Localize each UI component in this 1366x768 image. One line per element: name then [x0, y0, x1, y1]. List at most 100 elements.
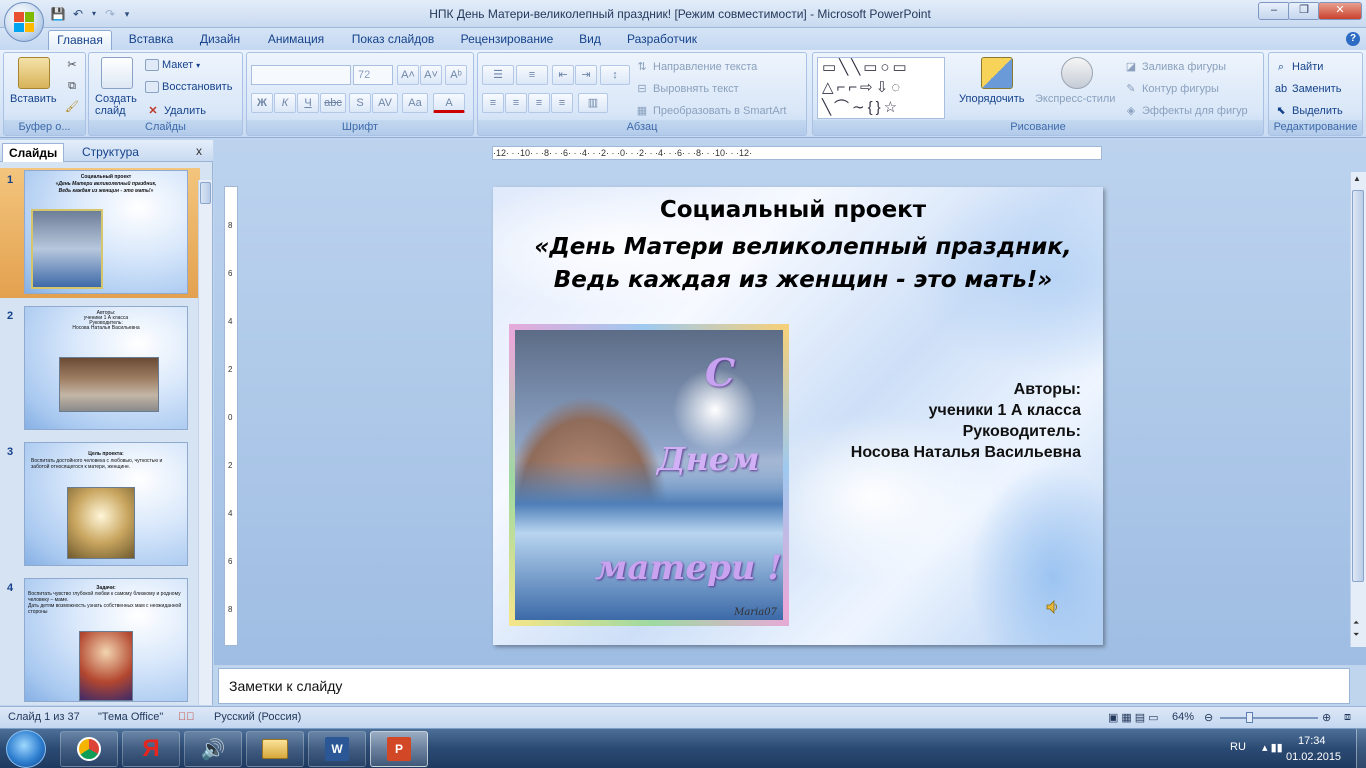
close-pane-icon[interactable]: x — [196, 144, 202, 158]
slide-title[interactable]: Социальный проект — [493, 197, 1093, 223]
windows-start-button[interactable] — [6, 730, 46, 768]
next-slide-icon[interactable]: ⏷ — [1353, 630, 1359, 640]
slide-subtitle[interactable]: «День Матери великолепный праздник, Ведь… — [513, 231, 1093, 297]
arrange-icon[interactable] — [981, 57, 1013, 89]
smartart-button[interactable]: ▦ Преобразовать в SmartArt — [634, 103, 787, 119]
spellcheck-icon[interactable]: ✓⃠ — [178, 711, 195, 723]
word-taskbar-button[interactable]: W — [308, 731, 366, 767]
customize-qat-icon[interactable]: ▾ — [122, 6, 132, 22]
font-size-combo[interactable]: 72 — [353, 65, 393, 85]
reset-button[interactable]: Восстановить — [145, 81, 232, 93]
editor-scrollbar[interactable]: ▲ ⏶ ⏷ — [1350, 172, 1366, 647]
tab-slideshow[interactable]: Показ слайдов — [342, 30, 444, 50]
minimize-button[interactable]: ‒ — [1258, 2, 1290, 20]
mother-child-photo[interactable]: С Днем матери ! Maria07 — [509, 324, 789, 626]
scrollbar-thumb[interactable] — [1352, 190, 1364, 582]
notes-pane[interactable]: Заметки к слайду — [218, 668, 1350, 704]
current-slide[interactable]: Социальный проект «День Матери великолеп… — [493, 187, 1103, 645]
cut-icon[interactable]: ✂ — [64, 57, 80, 73]
tab-developer[interactable]: Разработчик — [618, 30, 706, 50]
tab-review[interactable]: Рецензирование — [452, 30, 562, 50]
view-buttons[interactable]: ▣▦▤▭ — [1108, 711, 1162, 724]
close-button[interactable]: ✕ — [1318, 2, 1362, 20]
paste-icon[interactable] — [18, 57, 50, 89]
explorer-taskbar-button[interactable] — [246, 731, 304, 767]
strike-button[interactable]: abc — [320, 93, 346, 113]
quick-styles-icon[interactable] — [1061, 57, 1093, 89]
line-spacing-icon[interactable]: ↕ — [600, 65, 630, 85]
tab-home[interactable]: Главная — [48, 30, 112, 50]
decrease-indent-icon[interactable]: ⇤ — [552, 65, 574, 85]
zoom-out-icon[interactable]: ⊖ — [1204, 711, 1213, 724]
media-taskbar-button[interactable]: 🔊 — [184, 731, 242, 767]
zoom-in-icon[interactable]: ⊕ — [1322, 711, 1331, 724]
chrome-taskbar-button[interactable] — [60, 731, 118, 767]
shapes-gallery[interactable]: ▭╲╲▭○▭ △⌐⌐⇨⇩◌ ╲⌒∼{}☆ — [817, 57, 945, 119]
clock-date[interactable]: 01.02.2015 — [1286, 751, 1341, 763]
char-spacing-button[interactable]: AV — [372, 93, 398, 113]
slide-thumbnail-row[interactable]: 1 Социальный проект «День Матери великол… — [0, 168, 200, 298]
yandex-taskbar-button[interactable]: Я — [122, 731, 180, 767]
clear-format-icon[interactable]: Aᵇ — [445, 65, 467, 85]
tab-insert[interactable]: Вставка — [120, 30, 182, 50]
paste-button[interactable]: Вставить — [10, 93, 57, 105]
find-button[interactable]: ⌕ Найти — [1273, 59, 1323, 75]
redo-icon[interactable]: ↷ — [102, 6, 118, 22]
new-slide-button[interactable]: Создать слайд — [95, 93, 145, 117]
tab-animation[interactable]: Анимация — [258, 30, 334, 50]
increase-indent-icon[interactable]: ⇥ — [575, 65, 597, 85]
restore-button[interactable]: ❐ — [1288, 2, 1320, 20]
undo-dropdown-icon[interactable]: ▾ — [90, 6, 98, 22]
slide-thumbnail-3[interactable]: Цель проекта: Воспитать достойного челов… — [24, 442, 188, 566]
office-button[interactable] — [4, 2, 44, 42]
columns-icon[interactable]: ▥ — [578, 93, 608, 113]
shrink-font-icon[interactable]: A˅ — [420, 65, 442, 85]
scrollbar-thumb[interactable] — [200, 182, 211, 204]
tab-outline[interactable]: Структура — [76, 143, 145, 162]
zoom-slider[interactable] — [1220, 717, 1318, 719]
help-icon[interactable]: ? — [1346, 32, 1360, 46]
slide-thumbnail-4[interactable]: Задачи: Воспитать чувство глубокой любви… — [24, 578, 188, 702]
shape-outline-button[interactable]: ✎ Контур фигуры — [1123, 81, 1219, 97]
save-icon[interactable]: 💾 — [50, 6, 66, 22]
slide-thumbnail-row[interactable]: 3 Цель проекта: Воспитать достойного чел… — [0, 440, 200, 570]
slide-authors[interactable]: Авторы: ученики 1 А класса Руководитель:… — [851, 379, 1081, 463]
fit-to-window-icon[interactable]: ⧈ — [1344, 711, 1351, 724]
arrange-button[interactable]: Упорядочить — [959, 93, 1024, 105]
delete-slide-button[interactable]: ✕ Удалить — [145, 103, 206, 119]
select-button[interactable]: ⬉ Выделить — [1273, 103, 1342, 119]
tab-view[interactable]: Вид — [570, 30, 610, 50]
shape-effects-button[interactable]: ◈ Эффекты для фигур — [1123, 103, 1248, 119]
clock-time[interactable]: 17:34 — [1298, 735, 1326, 747]
sound-icon[interactable] — [1046, 600, 1058, 614]
change-case-button[interactable]: Aa — [402, 93, 428, 113]
font-name-combo[interactable] — [251, 65, 351, 85]
scroll-up-icon[interactable]: ▲ — [1353, 174, 1361, 183]
new-slide-icon[interactable] — [101, 57, 133, 89]
align-center-icon[interactable]: ≡ — [505, 93, 527, 113]
undo-icon[interactable]: ↶ — [70, 6, 86, 22]
shadow-icon[interactable]: S — [349, 93, 371, 113]
align-text-button[interactable]: ⊟ Выровнять текст — [634, 81, 738, 97]
grow-font-icon[interactable]: A˄ — [397, 65, 419, 85]
show-desktop-button[interactable] — [1356, 729, 1366, 768]
keyboard-language[interactable]: RU — [1230, 741, 1246, 753]
text-direction-button[interactable]: ⇅ Направление текста — [634, 59, 757, 75]
shape-fill-button[interactable]: ◪ Заливка фигуры — [1123, 59, 1226, 75]
language-indicator[interactable]: Русский (Россия) — [214, 711, 301, 723]
bullets-icon[interactable]: ☰ — [482, 65, 514, 85]
tray-icons[interactable]: ▴ ▮▮ — [1262, 741, 1283, 754]
theme-name[interactable]: "Тема Office" — [98, 711, 163, 723]
prev-slide-icon[interactable]: ⏶ — [1353, 618, 1359, 628]
bold-button[interactable]: Ж — [251, 93, 273, 113]
slide-thumbnail-row[interactable]: 4 Задачи: Воспитать чувство глубокой люб… — [0, 576, 200, 706]
zoom-level[interactable]: 64% — [1172, 711, 1194, 723]
tab-design[interactable]: Дизайн — [190, 30, 250, 50]
format-painter-icon[interactable]: 🖌 — [64, 99, 80, 115]
align-right-icon[interactable]: ≡ — [528, 93, 550, 113]
slides-pane-scrollbar[interactable] — [198, 180, 212, 705]
quick-styles-button[interactable]: Экспресс-стили — [1035, 93, 1115, 105]
replace-button[interactable]: ab Заменить — [1273, 81, 1342, 97]
font-color-button[interactable]: A — [433, 93, 465, 113]
layout-button[interactable]: Макет ▾ — [145, 59, 200, 71]
